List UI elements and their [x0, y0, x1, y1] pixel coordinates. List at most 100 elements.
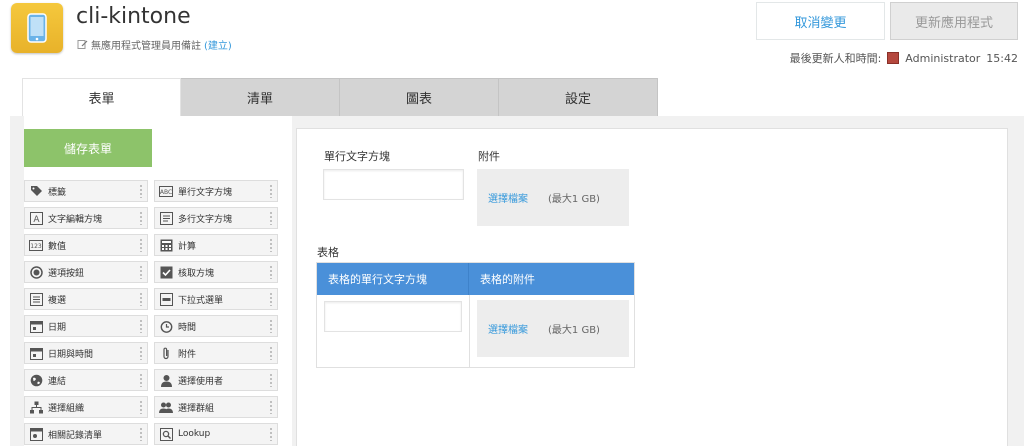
- palette-item-text: 選擇群組: [178, 403, 215, 414]
- palette-item-multi-line-text[interactable]: 多行文字方塊: [154, 207, 278, 229]
- attachment-field-label: 附件: [478, 150, 500, 163]
- tab-settings[interactable]: 設定: [499, 78, 658, 117]
- palette-item-calculated[interactable]: 計算: [154, 234, 278, 256]
- svg-text:ABC: ABC: [160, 189, 172, 196]
- last-updated-user[interactable]: Administrator: [905, 52, 980, 65]
- org-icon: [29, 400, 43, 414]
- subtable-header: 表格的單行文字方塊 表格的附件: [317, 263, 634, 295]
- avatar: [887, 52, 900, 64]
- palette-item-related-records[interactable]: 相關記錄清單: [24, 423, 148, 445]
- palette-item-text: 文字編輯方塊: [48, 214, 103, 225]
- date-icon: [29, 319, 43, 333]
- related-records-icon: [29, 427, 43, 441]
- clock-icon: [159, 319, 173, 333]
- attachment-field: 選擇檔案 (最大1 GB): [477, 169, 629, 226]
- drag-handle-icon[interactable]: [269, 211, 273, 225]
- tag-icon: [29, 184, 43, 198]
- last-updated-label: 最後更新人和時間:: [789, 52, 882, 65]
- smartphone-icon: [27, 13, 47, 43]
- tab-chart[interactable]: 圖表: [340, 78, 499, 117]
- cancel-changes-button[interactable]: 取消變更: [756, 2, 885, 40]
- palette-item-org-selection[interactable]: 選擇組織: [24, 396, 148, 418]
- subtable-col-attachment: 表格的附件: [480, 273, 535, 286]
- drag-handle-icon[interactable]: [269, 319, 273, 333]
- table-label: 表格: [317, 246, 339, 259]
- paperclip-icon: [159, 346, 173, 360]
- palette-item-text: 連結: [48, 376, 67, 387]
- drag-handle-icon[interactable]: [269, 238, 273, 252]
- last-updated: 最後更新人和時間: Administrator 15:42: [790, 50, 1018, 66]
- palette-item-single-line-text[interactable]: ABC 單行文字方塊: [154, 180, 278, 202]
- size-limit: (最大1 GB): [548, 194, 600, 205]
- drag-handle-icon[interactable]: [139, 319, 143, 333]
- single-line-text-field[interactable]: [323, 169, 464, 200]
- palette-item-text: 多行文字方塊: [178, 214, 233, 225]
- palette-item-user-selection[interactable]: 選擇使用者: [154, 369, 278, 391]
- memo-create-link[interactable]: (建立): [204, 37, 232, 52]
- save-form-button[interactable]: 儲存表單: [24, 129, 152, 167]
- palette-item-multi-select[interactable]: 複選: [24, 288, 148, 310]
- drag-handle-icon[interactable]: [139, 373, 143, 387]
- drag-handle-icon[interactable]: [139, 427, 143, 441]
- drag-handle-icon[interactable]: [269, 265, 273, 279]
- palette-item-text: 下拉式選單: [178, 295, 224, 306]
- edit-note-icon: [77, 40, 88, 49]
- palette-item-group-selection[interactable]: 選擇群組: [154, 396, 278, 418]
- subtable-size-limit: (最大1 GB): [548, 325, 600, 336]
- palette-item-checkbox[interactable]: 核取方塊: [154, 261, 278, 283]
- palette-item-rich-text[interactable]: A 文字編輯方塊: [24, 207, 148, 229]
- palette-item-datetime[interactable]: 日期與時間: [24, 342, 148, 364]
- palette-item-attachment[interactable]: 附件: [154, 342, 278, 364]
- palette-item-lookup[interactable]: Lookup: [154, 423, 278, 445]
- drag-handle-icon[interactable]: [139, 292, 143, 306]
- radio-icon: [29, 265, 43, 279]
- palette-item-text: 單行文字方塊: [178, 187, 233, 198]
- drag-handle-icon[interactable]: [269, 427, 273, 441]
- globe-icon: [29, 373, 43, 387]
- lookup-icon: [159, 427, 173, 441]
- drag-handle-icon[interactable]: [269, 400, 273, 414]
- svg-text:123: 123: [30, 243, 42, 250]
- memo-text: 無應用程式管理員用備註: [91, 41, 201, 52]
- tab-list[interactable]: 清單: [181, 78, 340, 117]
- multi-select-icon: [29, 292, 43, 306]
- drag-handle-icon[interactable]: [139, 211, 143, 225]
- palette-item-number[interactable]: 123 數值: [24, 234, 148, 256]
- palette-item-text: Lookup: [178, 429, 211, 439]
- drag-handle-icon[interactable]: [269, 373, 273, 387]
- palette-item-dropdown[interactable]: 下拉式選單: [154, 288, 278, 310]
- palette-item-label[interactable]: 標籤: [24, 180, 148, 202]
- last-updated-time: 15:42: [986, 51, 1018, 65]
- subtable-text-field[interactable]: [324, 301, 462, 332]
- drag-handle-icon[interactable]: [139, 265, 143, 279]
- drag-handle-icon[interactable]: [139, 346, 143, 360]
- palette-item-date[interactable]: 日期: [24, 315, 148, 337]
- palette-item-text: 日期與時間: [48, 349, 94, 360]
- palette-item-text: 時間: [178, 322, 197, 333]
- subtable-choose-file-link[interactable]: 選擇檔案: [488, 321, 528, 336]
- drag-handle-icon[interactable]: [269, 292, 273, 306]
- drag-handle-icon[interactable]: [269, 184, 273, 198]
- app-icon: [11, 3, 63, 53]
- palette-item-text: 複選: [48, 295, 67, 306]
- subtable-col-text: 表格的單行文字方塊: [317, 263, 469, 295]
- update-app-button[interactable]: 更新應用程式: [890, 2, 1018, 40]
- app-memo: 無應用程式管理員用備註 (建立): [77, 37, 232, 52]
- datetime-icon: [29, 346, 43, 360]
- calculator-icon: [159, 238, 173, 252]
- number-icon: 123: [29, 238, 43, 252]
- tab-form[interactable]: 表單: [22, 78, 181, 117]
- drag-handle-icon[interactable]: [139, 400, 143, 414]
- palette-item-link[interactable]: 連結: [24, 369, 148, 391]
- subtable-divider: [469, 295, 470, 367]
- choose-file-link[interactable]: 選擇檔案: [488, 190, 528, 205]
- palette-item-time[interactable]: 時間: [154, 315, 278, 337]
- palette-item-text: 日期: [48, 322, 67, 333]
- drag-handle-icon[interactable]: [139, 184, 143, 198]
- checkbox-icon: [159, 265, 173, 279]
- drag-handle-icon[interactable]: [269, 346, 273, 360]
- group-icon: [159, 400, 173, 414]
- drag-handle-icon[interactable]: [139, 238, 143, 252]
- settings-tabs: 表單 清單 圖表 設定: [22, 78, 658, 117]
- palette-item-radio[interactable]: 選項按鈕: [24, 261, 148, 283]
